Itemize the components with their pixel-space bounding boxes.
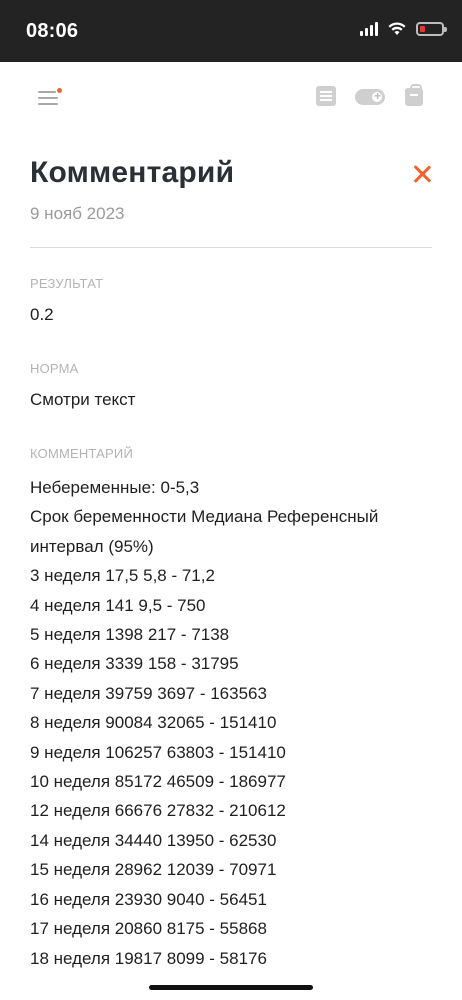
comment-line: 12 неделя 66676 27832 - 210612 — [30, 801, 286, 821]
status-time: 08:06 — [26, 20, 79, 42]
norm-label: НОРМА — [30, 361, 79, 376]
list-icon[interactable] — [316, 86, 336, 106]
close-icon[interactable] — [412, 164, 432, 184]
notification-dot — [57, 88, 62, 93]
comment-line: Срок беременности Медиана Референсный — [30, 507, 379, 527]
comment-line: интервал (95%) — [30, 536, 154, 556]
comment-line: 3 неделя 17,5 5,8 - 71,2 — [30, 566, 215, 586]
comment-line: 9 неделя 106257 63803 - 151410 — [30, 742, 286, 762]
battery-icon — [416, 22, 447, 36]
wifi-icon — [388, 22, 406, 35]
comment-line: 10 неделя 85172 46509 - 186977 — [30, 772, 286, 792]
toggle-add-icon[interactable] — [355, 89, 385, 105]
page-date: 9 нояб 2023 — [30, 204, 125, 223]
comment-line: 7 неделя 39759 3697 - 163563 — [30, 683, 267, 703]
status-bar: 08:06 — [0, 0, 462, 62]
result-value: 0.2 — [30, 305, 54, 324]
norm-value: Смотри текст — [30, 390, 136, 409]
hamburger-menu-icon[interactable] — [38, 88, 62, 108]
comment-line: 4 неделя 141 9,5 - 750 — [30, 595, 206, 615]
cellular-signal-icon — [360, 22, 378, 36]
status-icons — [360, 22, 447, 36]
result-label: РЕЗУЛЬТАТ — [30, 276, 104, 291]
comment-line: 14 неделя 34440 13950 - 62530 — [30, 830, 277, 850]
page-header: Комментарий 9 нояб 2023 — [30, 156, 432, 224]
comment-section: КОММЕНТАРИЙ Небеременные: 0-5,3 Срок бер… — [30, 446, 440, 973]
comment-line: 18 неделя 19817 8099 - 58176 — [30, 948, 267, 968]
toolbar — [0, 62, 462, 132]
comment-line: 16 неделя 23930 9040 - 56451 — [30, 889, 267, 909]
bag-icon[interactable] — [405, 84, 423, 106]
comment-line: 6 неделя 3339 158 - 31795 — [30, 654, 239, 674]
comment-label: КОММЕНТАРИЙ — [30, 446, 133, 461]
page-title: Комментарий — [30, 156, 235, 189]
comment-line: 8 неделя 90084 32065 - 151410 — [30, 713, 277, 733]
result-section: РЕЗУЛЬТАТ 0.2 — [30, 276, 440, 325]
comment-line: 15 неделя 28962 12039 - 70971 — [30, 860, 277, 880]
divider — [30, 247, 432, 248]
comment-line: 17 неделя 20860 8175 - 55868 — [30, 919, 267, 939]
comment-line: 5 неделя 1398 217 - 7138 — [30, 625, 230, 645]
home-indicator[interactable] — [149, 985, 313, 990]
norm-section: НОРМА Смотри текст — [30, 361, 440, 410]
comment-line: Небеременные: 0-5,3 — [30, 478, 200, 497]
comment-text: Небеременные: 0-5,3 Срок беременности Ме… — [30, 473, 440, 973]
